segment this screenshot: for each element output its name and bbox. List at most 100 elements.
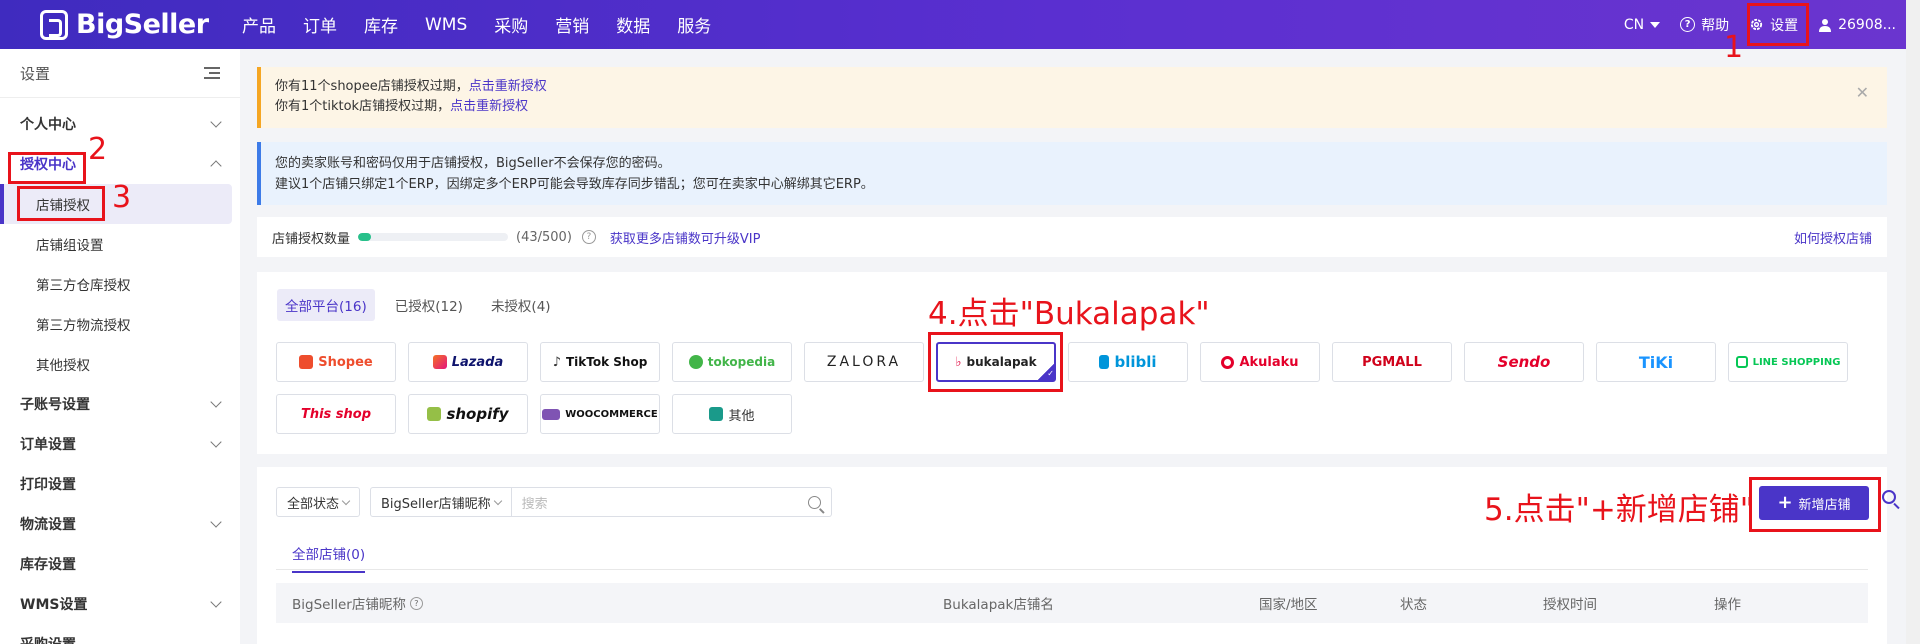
sidebar-item-print-settings[interactable]: 打印设置 bbox=[0, 464, 240, 504]
question-circle-icon[interactable]: ? bbox=[581, 230, 596, 244]
brand-name: BigSeller bbox=[76, 9, 209, 40]
platform-pgmall[interactable]: PGMALL bbox=[1332, 342, 1452, 382]
sidebar-item-label: 采购设置 bbox=[20, 634, 76, 644]
how-to-authorize-link[interactable]: 如何授权店铺 bbox=[1794, 228, 1872, 247]
nav-products[interactable]: 产品 bbox=[242, 12, 276, 37]
annotation-number-2: 2 bbox=[88, 132, 108, 167]
language-switch[interactable]: CN bbox=[1624, 17, 1661, 33]
platform-label: WOOCOMMERCE bbox=[565, 408, 658, 420]
nav-wms[interactable]: WMS bbox=[425, 15, 467, 35]
sidebar-subitem-store-group-settings[interactable]: 店铺组设置 bbox=[0, 224, 240, 264]
annotation-box-settings bbox=[1747, 3, 1809, 46]
search-field-select[interactable]: BigSeller店铺昵称 bbox=[370, 487, 512, 517]
sidebar-subitem-other-authorization[interactable]: 其他授权 bbox=[0, 344, 240, 384]
page-scrollbar[interactable] bbox=[1906, 0, 1920, 644]
tab-unauthorized[interactable]: 未授权(4) bbox=[483, 289, 559, 321]
column-header-status: 状态 bbox=[1400, 597, 1427, 613]
platform-zalora[interactable]: ZALORA bbox=[804, 342, 924, 382]
sidebar-item-wms-settings[interactable]: WMS设置 bbox=[0, 584, 240, 624]
platform-akulaku[interactable]: Akulaku bbox=[1200, 342, 1320, 382]
quota-progress-fill bbox=[358, 233, 371, 241]
nav-services[interactable]: 服务 bbox=[677, 12, 711, 37]
sidebar-item-personal-center[interactable]: 个人中心 bbox=[0, 104, 240, 144]
sidebar-item-purchase-settings[interactable]: 采购设置 bbox=[0, 624, 240, 644]
tiktok-note-icon: ♪ bbox=[552, 354, 561, 370]
chevron-down-icon bbox=[341, 496, 351, 505]
platform-tiktok-shop[interactable]: ♪ TikTok Shop bbox=[540, 342, 660, 382]
store-table-header: BigSeller店铺昵称? Bukalapak店铺名 国家/地区 状态 授权时… bbox=[276, 583, 1868, 623]
platform-label: PGMALL bbox=[1362, 354, 1422, 370]
platform-label: shopify bbox=[446, 405, 509, 423]
nav-purchase[interactable]: 采购 bbox=[494, 12, 528, 37]
question-circle-icon: ? bbox=[1680, 17, 1696, 32]
sidebar-subitem-third-party-warehouse[interactable]: 第三方仓库授权 bbox=[0, 264, 240, 304]
chevron-down-icon bbox=[210, 396, 222, 408]
sidebar-item-inventory-settings[interactable]: 库存设置 bbox=[0, 544, 240, 584]
annotation-box-auth-center bbox=[8, 152, 86, 184]
status-filter-select[interactable]: 全部状态 bbox=[276, 487, 361, 517]
nav-orders[interactable]: 订单 bbox=[303, 12, 337, 37]
column-header-country: 国家/地区 bbox=[1259, 597, 1318, 613]
search-icon[interactable] bbox=[807, 495, 821, 509]
platform-woocommerce[interactable]: WOOCOMMERCE bbox=[540, 394, 660, 434]
collapse-menu-icon[interactable] bbox=[204, 67, 220, 79]
search-icon[interactable] bbox=[1882, 490, 1896, 504]
platform-lazada[interactable]: Lazada bbox=[408, 342, 528, 382]
chevron-up-icon bbox=[210, 160, 222, 172]
tab-all-stores[interactable]: 全部店铺(0) bbox=[292, 543, 366, 573]
platform-label: tokopedia bbox=[707, 355, 776, 369]
platform-line-shopping[interactable]: LINE SHOPPING bbox=[1728, 342, 1848, 382]
alert-text: 你有11个shopee店铺授权过期， bbox=[275, 79, 469, 94]
chevron-down-icon bbox=[210, 116, 222, 128]
platform-this-shop[interactable]: This shop bbox=[276, 394, 396, 434]
sidebar-item-label: 子账号设置 bbox=[20, 397, 90, 413]
platform-label: ZALORA bbox=[826, 354, 902, 370]
platform-shopify[interactable]: shopify bbox=[408, 394, 528, 434]
store-quota-bar: 店铺授权数量 (43/500) ? 获取更多店铺数可升级VIP 如何授权店铺 bbox=[257, 217, 1887, 257]
platform-label: Sendo bbox=[1497, 353, 1551, 371]
sidebar-item-label: 库存设置 bbox=[20, 557, 76, 573]
caret-down-icon bbox=[1650, 21, 1661, 28]
alert-text: 你有1个tiktok店铺授权过期， bbox=[275, 99, 451, 114]
search-field-value: BigSeller店铺昵称 bbox=[381, 496, 491, 512]
akulaku-ring-icon bbox=[1221, 355, 1235, 369]
platform-sendo[interactable]: Sendo bbox=[1464, 342, 1584, 382]
reauthorize-shopee-link[interactable]: 点击重新授权 bbox=[469, 79, 547, 94]
bigseller-logo[interactable]: BigSeller bbox=[40, 9, 209, 40]
close-icon[interactable]: ✕ bbox=[1856, 83, 1869, 103]
column-header-bukalapak-store: Bukalapak店铺名 bbox=[943, 597, 1054, 613]
search-input[interactable]: 搜索 bbox=[511, 487, 832, 517]
platform-blibli[interactable]: blibli bbox=[1068, 342, 1188, 382]
woocommerce-bubble-icon bbox=[542, 408, 561, 420]
expired-authorization-alert: 你有11个shopee店铺授权过期，点击重新授权 你有1个tiktok店铺授权过… bbox=[257, 67, 1887, 128]
user-icon bbox=[1819, 18, 1832, 32]
platform-tiki[interactable]: TiKi bbox=[1596, 342, 1716, 382]
help-link[interactable]: ? 帮助 bbox=[1680, 15, 1729, 35]
user-menu[interactable]: 26908... bbox=[1818, 17, 1896, 33]
reauthorize-tiktok-link[interactable]: 点击重新授权 bbox=[450, 99, 528, 114]
nav-marketing[interactable]: 营销 bbox=[555, 12, 589, 37]
tab-authorized[interactable]: 已授权(12) bbox=[387, 289, 471, 321]
nav-inventory[interactable]: 库存 bbox=[364, 12, 398, 37]
platform-tokopedia[interactable]: tokopedia bbox=[672, 342, 792, 382]
main-menu: 产品 订单 库存 WMS 采购 营销 数据 服务 bbox=[242, 0, 711, 49]
quota-count: (43/500) bbox=[516, 229, 572, 245]
store-filter-bar: 全部状态 BigSeller店铺昵称 搜索 bbox=[276, 487, 832, 517]
platform-label: LINE SHOPPING bbox=[1752, 356, 1841, 368]
question-circle-icon[interactable]: ? bbox=[409, 596, 423, 610]
sidebar-subitem-third-party-logistics[interactable]: 第三方物流授权 bbox=[0, 304, 240, 344]
store-tabs: 全部店铺(0) bbox=[276, 537, 1868, 573]
upgrade-vip-link[interactable]: 获取更多店铺数可升级VIP bbox=[610, 228, 761, 247]
store-icon bbox=[709, 407, 724, 421]
tab-all-platforms[interactable]: 全部平台(16) bbox=[277, 289, 375, 321]
sidebar-item-logistics-settings[interactable]: 物流设置 bbox=[0, 504, 240, 544]
platform-label: This shop bbox=[300, 406, 372, 422]
platform-other[interactable]: 其他 bbox=[672, 394, 792, 434]
sidebar-item-order-settings[interactable]: 订单设置 bbox=[0, 424, 240, 464]
settings-sidebar: 设置 个人中心 授权中心 店铺授权 店铺组设置 第三方仓库授权 第三方物流授权 … bbox=[0, 49, 240, 644]
chevron-down-icon bbox=[493, 496, 502, 505]
annotation-box-add-store bbox=[1749, 477, 1881, 532]
sidebar-item-sub-accounts[interactable]: 子账号设置 bbox=[0, 384, 240, 424]
nav-data[interactable]: 数据 bbox=[616, 12, 650, 37]
platform-shopee[interactable]: Shopee bbox=[276, 342, 396, 382]
